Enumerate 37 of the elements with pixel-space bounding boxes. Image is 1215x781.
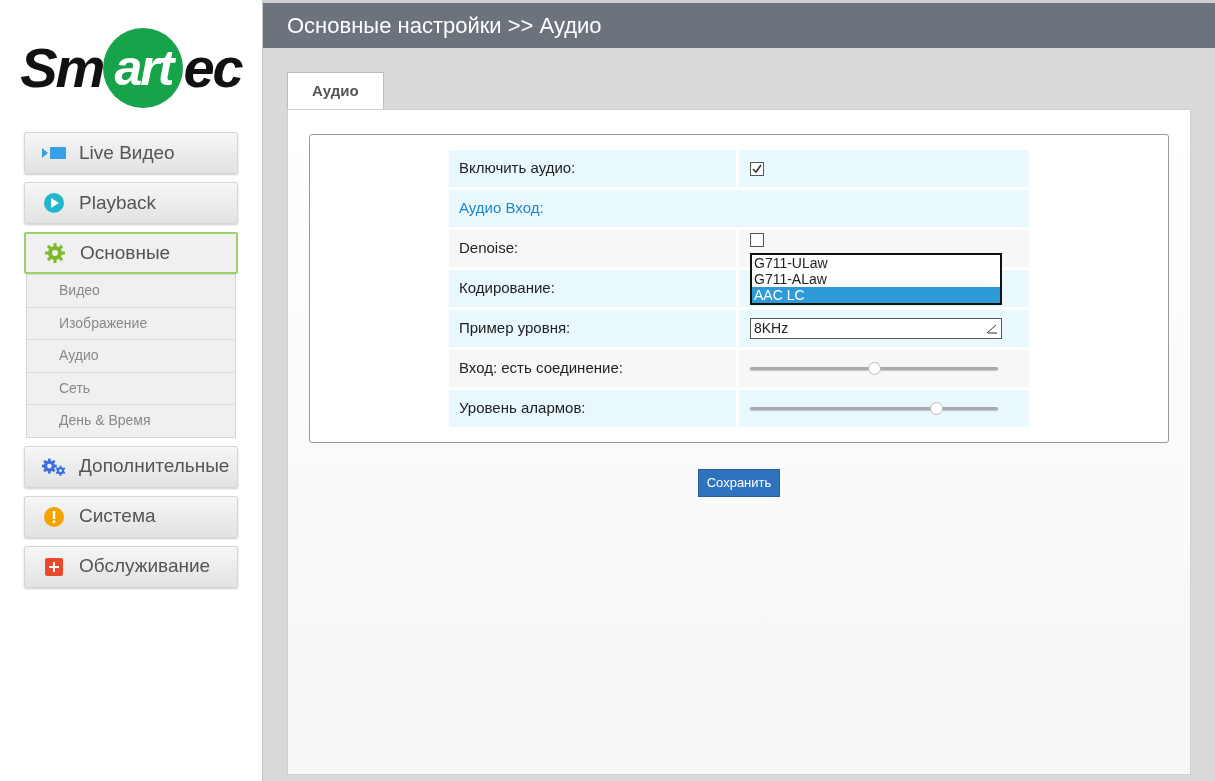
gear-icon bbox=[45, 243, 65, 263]
nav-button[interactable]: Основные bbox=[24, 232, 238, 274]
video-icon bbox=[42, 146, 66, 160]
slider-thumb[interactable] bbox=[868, 362, 881, 375]
nav-button[interactable]: Playback bbox=[24, 182, 238, 224]
nav-button[interactable]: Live Видео bbox=[24, 132, 238, 174]
plus-icon bbox=[45, 557, 63, 576]
field-label: Уровень алармов: bbox=[459, 398, 586, 419]
field-label: Denoise: bbox=[459, 238, 519, 259]
select-field[interactable]: 8KHz bbox=[750, 318, 1002, 339]
field-label: Вход: есть соединение: bbox=[459, 358, 623, 379]
nav-button[interactable]: Обслуживание bbox=[24, 545, 238, 588]
slider[interactable] bbox=[750, 401, 998, 416]
field-label: Кодирование: bbox=[459, 278, 555, 299]
checkbox[interactable] bbox=[750, 161, 764, 176]
logo: Sm art ec bbox=[20, 28, 242, 108]
dropdown-option[interactable]: G711-ULaw bbox=[752, 255, 1000, 271]
page-title: Основные настройки >> Аудио bbox=[287, 12, 602, 40]
save-button[interactable]: Сохранить bbox=[697, 469, 781, 497]
gears-icon bbox=[41, 456, 67, 477]
submenu-item[interactable]: Изображение bbox=[27, 306, 235, 339]
checkbox[interactable] bbox=[750, 233, 764, 247]
submenu-item[interactable]: Сеть bbox=[27, 371, 235, 404]
dropdown-option[interactable]: G711-ALaw bbox=[752, 271, 1000, 287]
submenu-item[interactable]: Аудио bbox=[27, 339, 235, 372]
exclamation-icon bbox=[44, 506, 64, 527]
field-label: Пример уровня: bbox=[459, 318, 571, 339]
section-heading: Аудио Вход: bbox=[459, 198, 544, 219]
submenu-item[interactable]: День & Время bbox=[27, 404, 235, 437]
tab[interactable]: Аудио bbox=[287, 72, 384, 109]
slider-thumb[interactable] bbox=[930, 402, 943, 415]
nav-button[interactable]: Дополнительные bbox=[24, 445, 238, 488]
nav-button[interactable]: Система bbox=[24, 495, 238, 538]
field-label: Включить аудио: bbox=[459, 158, 576, 179]
dropdown-list[interactable]: G711-ULaw G711-ALaw AAC LC bbox=[750, 253, 1002, 305]
play-icon bbox=[44, 193, 64, 213]
slider[interactable] bbox=[750, 361, 998, 376]
